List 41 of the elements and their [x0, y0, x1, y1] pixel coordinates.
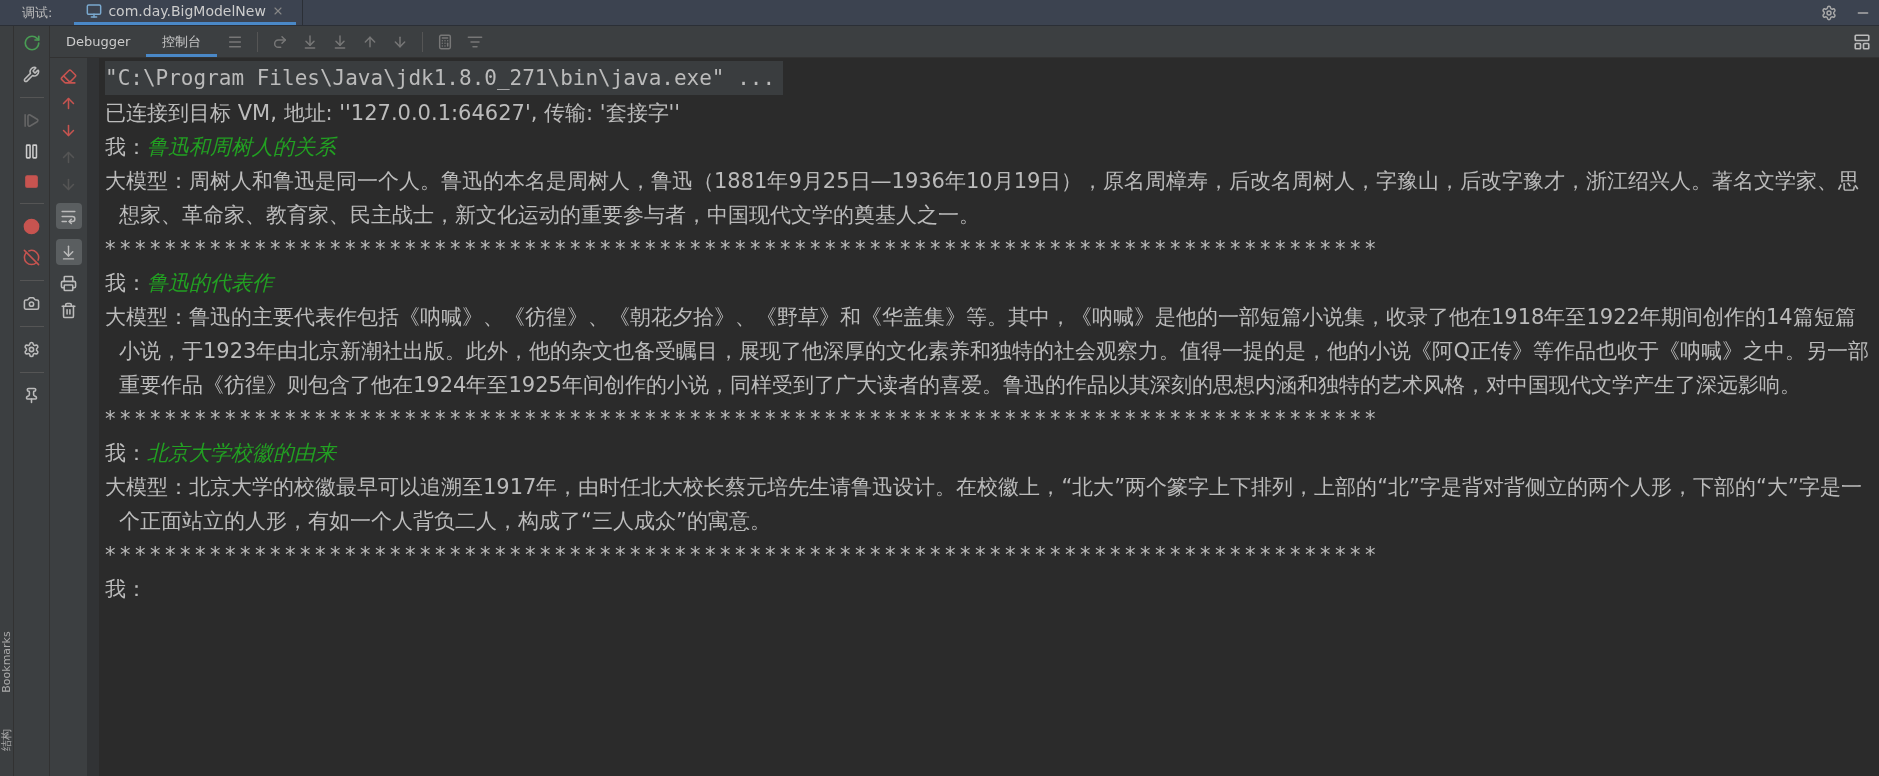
eraser-icon[interactable] [60, 68, 77, 85]
console-output: 已连接到目标 VM, 地址: ''127.0.0.1:64627', 传输: '套接字'' [105, 100, 682, 127]
stop-icon[interactable] [24, 174, 39, 189]
settings-icon[interactable] [23, 341, 40, 358]
side-tab-label[interactable]: Bookmarks [0, 631, 13, 693]
settings-icon[interactable] [1821, 4, 1837, 21]
calculator-icon[interactable] [437, 33, 454, 50]
resume-icon[interactable] [23, 112, 40, 129]
pause-icon[interactable] [23, 143, 40, 160]
arrow-down-icon[interactable] [60, 176, 77, 193]
console-output: 大模型：鲁迅的主要代表作包括《呐喊》、《彷徨》、《朝花夕拾》、《野草》和《华盖集》等。其中，《呐喊》是他的一部短篇小说集，收录了他在1918年至1922年期间创作的14篇短篇小说，于1923年由北京新潮社出版。此外，他的杂文也备受瞩目，展现了他深厚的文化素养和独特的社会观察力。值得一提的是，他的小说《阿Q正传》等作品也收于《呐喊》之中。另一部重要作品《彷徨》则包含了他在1924年至1925年间创作的小说，同样受到了广大读者的喜爱。鲁迅的作品以其深刻的思想内涵和独特的艺术风格，对中国现代文学产生了深远影响。 [105, 304, 1869, 399]
toolbar-tab[interactable]: Debugger [50, 26, 147, 57]
prompt-label: 我： [105, 440, 147, 467]
arrow-down-icon[interactable] [60, 122, 77, 139]
printer-icon[interactable] [60, 275, 77, 292]
user-question: 北京大学校徽的由来 [147, 440, 336, 467]
user-question: 鲁迅和周树人的关系 [147, 134, 336, 161]
scroll-to-end-toggle[interactable] [55, 239, 82, 265]
prompt-label: 我： [105, 134, 147, 161]
pin-icon[interactable] [23, 387, 40, 404]
layout-icon[interactable] [1853, 32, 1871, 51]
monitor-icon [86, 3, 103, 19]
toolbar-tab[interactable]: 控制台 [146, 26, 218, 57]
separator-line: ************************************************************************************* [105, 236, 1381, 263]
wrench-icon[interactable] [23, 66, 40, 83]
soft-wrap-toggle[interactable] [55, 203, 82, 229]
camera-icon[interactable] [23, 295, 40, 312]
scroll-down-icon [60, 243, 77, 261]
separator-line: ************************************************************************************* [105, 542, 1381, 569]
mute-breakpoints-icon[interactable] [23, 249, 40, 266]
prompt-label: 我： [105, 576, 147, 603]
side-tab-label[interactable]: 结构 [0, 729, 13, 751]
console-output: 大模型：北京大学的校徽最早可以追溯至1917年，由时任北大校长蔡元培先生请鲁迅设计。在校徽上，“北大”两个篆字上下排列，上部的“北”字是背对背侧立的两个人形，下部的“大”字是一个正面站立的人形，有如一个人背负二人，构成了“三人成众”的寓意。 [105, 474, 1863, 535]
rerun-icon[interactable] [22, 34, 41, 52]
trash-icon[interactable] [60, 302, 77, 319]
prompt-label: 我： [105, 270, 147, 297]
debug-label: 调试: [21, 3, 54, 22]
arrow-up-icon[interactable] [60, 149, 77, 166]
breakpoints-icon[interactable] [23, 218, 40, 235]
console-output: 大模型：周树人和鲁迅是同一个人。鲁迅的本名是周树人，鲁迅（1881年9月25日—1936年10月19日），原名周樟寿，后改名周树人，字豫山，后改字豫才，浙江绍兴人。著名文学家、思想家、革命家、教育家、民主战士，新文化运动的重要参与者，中国现代文学的奠基人之一。 [105, 168, 1861, 229]
separator-line: ************************************************************************************* [105, 406, 1381, 433]
